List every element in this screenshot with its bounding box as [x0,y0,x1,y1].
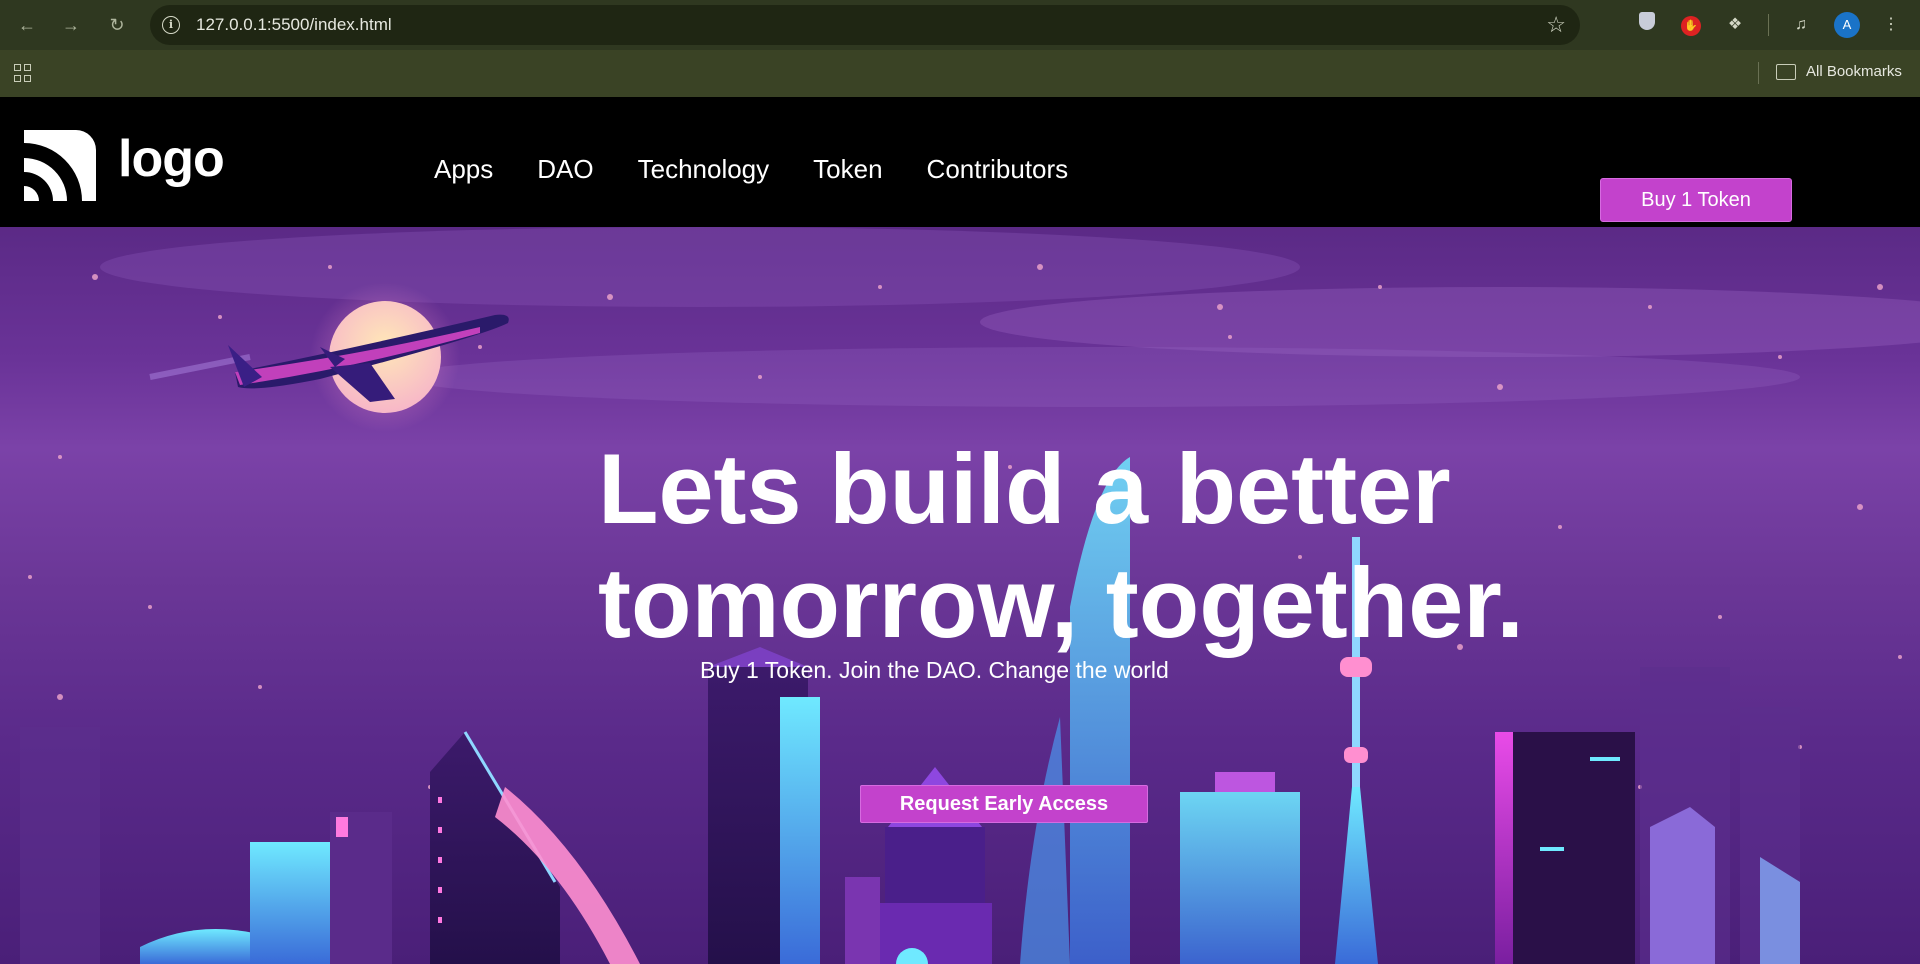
browser-chrome: ← → ↻ i 127.0.0.1:5500/index.html ☆ ✋ ❖ … [0,0,1920,97]
main-nav: Apps DAO Technology Token Contributors [434,154,1068,185]
media-control-icon[interactable]: ♫ [1788,12,1814,38]
url-text[interactable]: 127.0.0.1:5500/index.html [196,15,392,35]
hero-section: Lets build a better tomorrow, together. … [0,227,1920,964]
stop-hand-extension-icon[interactable]: ✋ [1678,12,1704,38]
site-info-icon[interactable]: i [162,16,180,34]
shield-extension-icon[interactable] [1634,12,1660,38]
browser-toolbar: ← → ↻ i 127.0.0.1:5500/index.html ☆ ✋ ❖ … [0,0,1920,50]
hero-tagline: Buy 1 Token. Join the DAO. Change the wo… [700,657,1169,683]
headline-line-2: tomorrow, together. [598,547,1524,658]
kebab-menu-icon[interactable]: ⋮ [1878,12,1904,38]
all-bookmarks-link[interactable]: All Bookmarks [1806,63,1902,80]
extensions-puzzle-icon[interactable]: ❖ [1722,12,1748,38]
buy-token-button[interactable]: Buy 1 Token [1600,178,1792,222]
toolbar-divider [1768,14,1769,36]
logo-text[interactable]: logo [118,129,225,189]
apps-grid-icon[interactable] [14,64,32,82]
nav-link-technology[interactable]: Technology [638,154,770,185]
folder-icon[interactable] [1776,64,1796,80]
nav-link-dao[interactable]: DAO [537,154,593,185]
headline-line-1: Lets build a better [598,433,1451,544]
address-bar[interactable]: i 127.0.0.1:5500/index.html ☆ [150,5,1580,45]
request-early-access-button[interactable]: Request Early Access [860,785,1148,823]
reload-icon[interactable]: ↻ [104,12,130,38]
bookmarks-bar: All Bookmarks [0,50,1920,97]
bookmark-star-icon[interactable]: ☆ [1546,12,1566,38]
hero-headline: Lets build a better tomorrow, together. [598,432,1598,660]
nav-link-token[interactable]: Token [813,154,882,185]
bookmarks-divider [1758,62,1759,84]
forward-icon[interactable]: → [58,12,84,38]
back-icon[interactable]: ← [14,12,40,38]
site-header: logo Apps DAO Technology Token Contribut… [0,97,1920,227]
profile-avatar[interactable]: A [1834,12,1860,38]
nav-link-contributors[interactable]: Contributors [927,154,1069,185]
nav-link-apps[interactable]: Apps [434,154,493,185]
